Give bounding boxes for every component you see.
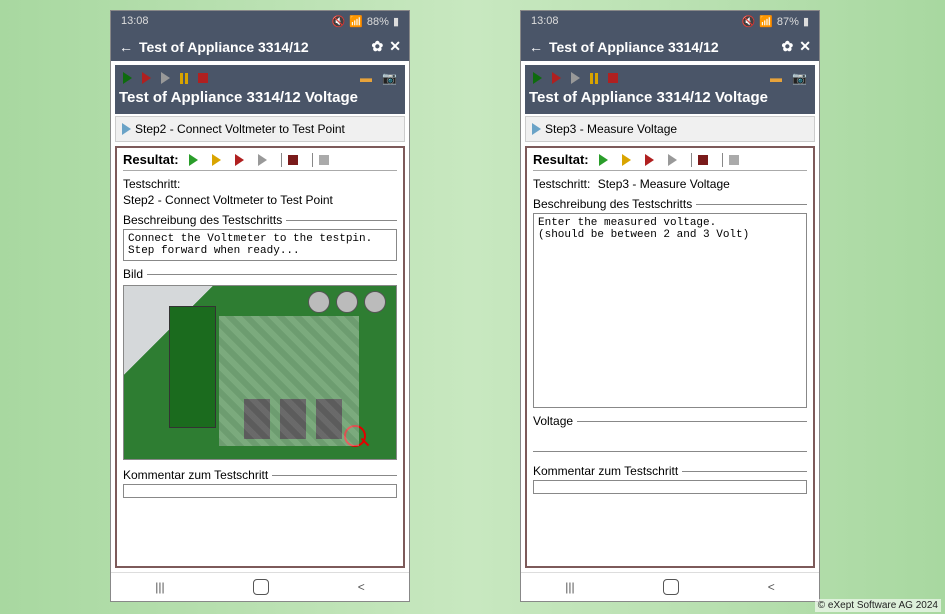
- play-red-icon[interactable]: [552, 72, 561, 84]
- close-icon[interactable]: ✕: [389, 38, 401, 55]
- status-time: 13:08: [531, 15, 559, 28]
- status-battery: 87%: [777, 16, 799, 28]
- back-icon[interactable]: ←: [119, 39, 133, 55]
- play-grey-icon[interactable]: [161, 72, 170, 84]
- toolbar-title: Test of Appliance 3314/12 Voltage: [119, 87, 401, 110]
- battery-icon: ▮: [803, 15, 809, 28]
- camera-icon[interactable]: 📷: [792, 71, 807, 85]
- result-warn-icon[interactable]: [622, 154, 631, 166]
- play-grey-icon[interactable]: [571, 72, 580, 84]
- camera-icon[interactable]: 📷: [382, 71, 397, 85]
- app-bar: ← Test of Appliance 3314/12 ✿ ✕: [521, 32, 819, 61]
- kommentar-legend: Kommentar zum Testschritt: [123, 468, 397, 482]
- result-stop-icon[interactable]: [288, 155, 298, 165]
- stop-icon[interactable]: [608, 73, 618, 83]
- result-fail-icon[interactable]: [235, 154, 244, 166]
- step-label: Step2 - Connect Voltmeter to Test Point: [135, 122, 345, 136]
- voltage-input[interactable]: [533, 434, 807, 452]
- kommentar-input[interactable]: [123, 484, 397, 498]
- status-bar: 13:08 🔇 📶 88% ▮: [111, 11, 409, 32]
- body-panel: Resultat: Testschritt: Step3 - Measure V…: [525, 146, 815, 568]
- step-play-icon: [122, 123, 131, 135]
- desc-legend: Beschreibung des Testschritts: [533, 197, 807, 211]
- result-pass-icon[interactable]: [189, 154, 198, 166]
- testschritt-value: Step3 - Measure Voltage: [598, 177, 730, 191]
- battery-icon: ▮: [393, 15, 399, 28]
- status-bar: 13:08 🔇 📶 87% ▮: [521, 11, 819, 32]
- result-pass-icon[interactable]: [599, 154, 608, 166]
- android-navbar: ||| <: [111, 572, 409, 601]
- result-neutral-icon[interactable]: [729, 155, 739, 165]
- status-battery: 88%: [367, 16, 389, 28]
- testschritt-label: Testschritt:: [533, 177, 590, 191]
- mute-icon: 🔇: [332, 15, 346, 28]
- home-icon[interactable]: [253, 579, 269, 595]
- kommentar-input[interactable]: [533, 480, 807, 494]
- comment-icon[interactable]: ▬: [360, 71, 372, 85]
- testschritt-value: Step2 - Connect Voltmeter to Test Point: [123, 193, 397, 207]
- phone-frame: 13:08 🔇 📶 88% ▮ ← Test of Appliance 3314…: [110, 10, 410, 602]
- step-bar[interactable]: Step3 - Measure Voltage: [525, 116, 815, 142]
- body-panel: Resultat: Testschritt: Step2 - Connect V…: [115, 146, 405, 568]
- play-icon[interactable]: [123, 72, 132, 84]
- copyright-text: © eXept Software AG 2024: [815, 599, 941, 612]
- description-box[interactable]: Enter the measured voltage. (should be b…: [533, 213, 807, 408]
- recent-apps-icon[interactable]: |||: [565, 580, 574, 594]
- kommentar-legend: Kommentar zum Testschritt: [533, 464, 807, 478]
- toolbar-title: Test of Appliance 3314/12 Voltage: [529, 87, 811, 110]
- toolbar: ▬ 📷 Test of Appliance 3314/12 Voltage: [525, 65, 815, 114]
- mute-icon: 🔇: [742, 15, 756, 28]
- step-bar[interactable]: Step2 - Connect Voltmeter to Test Point: [115, 116, 405, 142]
- comment-icon[interactable]: ▬: [770, 71, 782, 85]
- wifi-icon: 📶: [349, 15, 363, 28]
- home-icon[interactable]: [663, 579, 679, 595]
- resultat-label: Resultat:: [123, 152, 179, 167]
- recent-apps-icon[interactable]: |||: [155, 580, 164, 594]
- back-nav-icon[interactable]: <: [358, 580, 365, 594]
- appbar-title: Test of Appliance 3314/12: [139, 39, 309, 55]
- result-stop-icon[interactable]: [698, 155, 708, 165]
- result-skip-icon[interactable]: [668, 154, 677, 166]
- wifi-icon: 📶: [759, 15, 773, 28]
- description-box[interactable]: Connect the Voltmeter to the testpin. St…: [123, 229, 397, 261]
- toolbar: ▬ 📷 Test of Appliance 3314/12 Voltage: [115, 65, 405, 114]
- result-skip-icon[interactable]: [258, 154, 267, 166]
- pause-icon[interactable]: [590, 73, 598, 84]
- phone-frame: 13:08 🔇 📶 87% ▮ ← Test of Appliance 3314…: [520, 10, 820, 602]
- back-nav-icon[interactable]: <: [768, 580, 775, 594]
- pcb-image[interactable]: [123, 285, 397, 460]
- appbar-title: Test of Appliance 3314/12: [549, 39, 719, 55]
- gear-icon[interactable]: ✿: [782, 38, 794, 55]
- step-play-icon: [532, 123, 541, 135]
- play-red-icon[interactable]: [142, 72, 151, 84]
- step-label: Step3 - Measure Voltage: [545, 122, 677, 136]
- desc-legend: Beschreibung des Testschritts: [123, 213, 397, 227]
- back-icon[interactable]: ←: [529, 39, 543, 55]
- result-neutral-icon[interactable]: [319, 155, 329, 165]
- bild-legend: Bild: [123, 267, 397, 281]
- voltage-legend: Voltage: [533, 414, 807, 428]
- close-icon[interactable]: ✕: [799, 38, 811, 55]
- pause-icon[interactable]: [180, 73, 188, 84]
- status-time: 13:08: [121, 15, 149, 28]
- app-bar: ← Test of Appliance 3314/12 ✿ ✕: [111, 32, 409, 61]
- gear-icon[interactable]: ✿: [372, 38, 384, 55]
- android-navbar: ||| <: [521, 572, 819, 601]
- test-point-marker-icon: [344, 425, 366, 447]
- resultat-label: Resultat:: [533, 152, 589, 167]
- play-icon[interactable]: [533, 72, 542, 84]
- stop-icon[interactable]: [198, 73, 208, 83]
- result-fail-icon[interactable]: [645, 154, 654, 166]
- testschritt-label: Testschritt:: [123, 177, 180, 191]
- result-warn-icon[interactable]: [212, 154, 221, 166]
